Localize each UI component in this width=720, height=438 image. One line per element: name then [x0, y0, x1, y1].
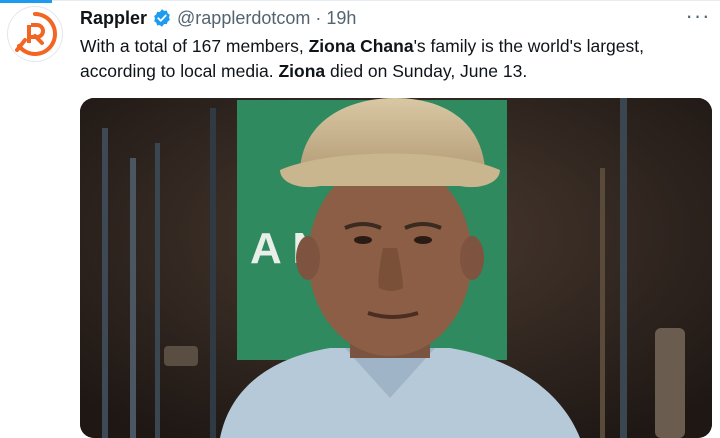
text-segment: With a total of 167 members, — [80, 36, 309, 56]
more-options-icon[interactable]: ··· — [684, 2, 712, 30]
bold-name: Ziona Chana — [308, 36, 414, 56]
bold-name: Ziona — [278, 61, 326, 81]
portrait-photo: A N — [80, 98, 712, 438]
tweet-header: Rappler @rapplerdotcom · 19h — [80, 6, 356, 30]
top-divider — [52, 0, 720, 1]
rappler-logo-icon — [13, 12, 57, 56]
tweet-photo[interactable]: A N — [80, 98, 712, 438]
tweet-text: With a total of 167 members, Ziona Chana… — [80, 34, 710, 84]
avatar[interactable] — [7, 6, 63, 62]
separator-dot: · — [315, 7, 322, 28]
tweet-timestamp[interactable]: 19h — [326, 8, 356, 29]
author-name[interactable]: Rappler — [80, 8, 147, 29]
author-handle[interactable]: @rapplerdotcom — [177, 8, 310, 29]
top-accent-bar — [0, 0, 52, 3]
verified-badge-icon — [152, 8, 172, 28]
text-segment: died on Sunday, June 13. — [325, 61, 528, 81]
